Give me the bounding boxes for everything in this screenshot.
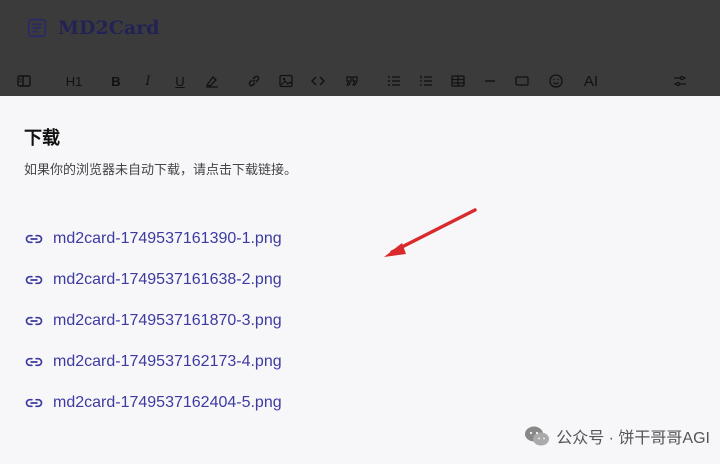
download-instructions: 如果你的浏览器未自动下载，请点击下载链接。	[24, 162, 298, 177]
horizontal-rule-icon[interactable]	[480, 71, 500, 91]
download-link[interactable]: md2card-1749537161390-1.png	[24, 218, 282, 259]
page-title: 下载	[24, 128, 60, 148]
link-icon	[25, 234, 43, 243]
underline-icon[interactable]: U	[170, 71, 190, 91]
bold-icon[interactable]: B	[106, 71, 126, 91]
heading-label: H1	[65, 73, 83, 89]
italic-label: I	[145, 73, 151, 89]
brand[interactable]: MD2Card	[26, 14, 159, 42]
italic-icon[interactable]: I	[138, 71, 158, 91]
table-icon[interactable]	[448, 71, 468, 91]
download-link[interactable]: md2card-1749537162173-4.png	[24, 341, 282, 382]
settings-sliders-icon[interactable]	[670, 71, 690, 91]
image-icon[interactable]	[276, 71, 296, 91]
heading-icon[interactable]: H1	[64, 71, 84, 91]
download-filename: md2card-1749537162404-5.png	[53, 393, 282, 411]
download-filename: md2card-1749537162173-4.png	[53, 352, 282, 370]
download-link-list: md2card-1749537161390-1.png md2card-1749…	[24, 218, 282, 423]
card-icon[interactable]	[512, 71, 532, 91]
strikethrough-icon[interactable]	[202, 71, 222, 91]
red-arrow-annotation	[384, 208, 477, 257]
ai-icon[interactable]: AI	[580, 71, 602, 91]
app-name: MD2Card	[58, 17, 160, 39]
watermark: 公众号 · 饼干哥哥AGI	[524, 424, 710, 448]
download-filename: md2card-1749537161638-2.png	[53, 270, 282, 288]
wechat-icon	[525, 426, 550, 446]
sidebar-toggle-icon[interactable]	[14, 71, 34, 91]
bullet-list-icon[interactable]	[384, 71, 404, 91]
link-icon[interactable]	[244, 71, 264, 91]
download-filename: md2card-1749537161870-3.png	[53, 311, 282, 329]
underline-label: U	[175, 73, 185, 89]
link-icon	[25, 316, 43, 325]
bold-label: B	[111, 73, 121, 89]
download-link[interactable]: md2card-1749537161870-3.png	[24, 300, 282, 341]
numbered-list-icon[interactable]	[416, 71, 436, 91]
watermark-text: 公众号 · 饼干哥哥AGI	[556, 430, 710, 447]
link-icon	[25, 398, 43, 407]
code-icon[interactable]	[308, 71, 328, 91]
download-link[interactable]: md2card-1749537162404-5.png	[24, 382, 282, 423]
download-filename: md2card-1749537161390-1.png	[53, 229, 282, 247]
link-icon	[25, 357, 43, 366]
quote-icon[interactable]	[342, 71, 362, 91]
markdown-logo-icon	[27, 18, 47, 38]
download-link[interactable]: md2card-1749537161638-2.png	[24, 259, 282, 300]
link-icon	[25, 275, 43, 284]
ai-label: AI	[583, 72, 599, 90]
editor-toolbar: H1 B I U AI	[0, 68, 720, 94]
top-bar: MD2Card H1 B I U AI	[0, 0, 720, 96]
emoji-icon[interactable]	[546, 71, 566, 91]
